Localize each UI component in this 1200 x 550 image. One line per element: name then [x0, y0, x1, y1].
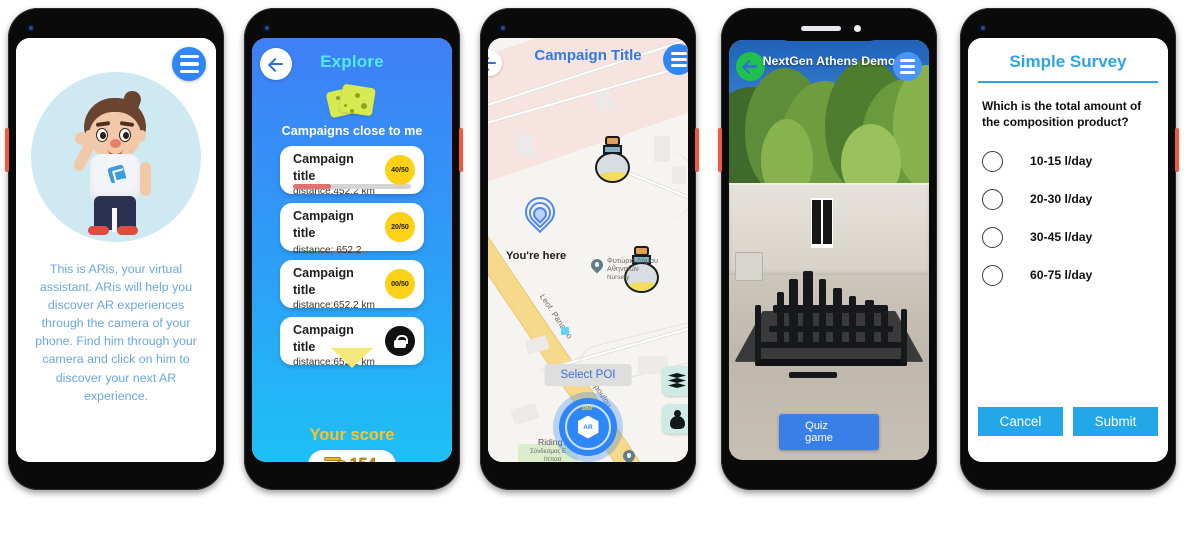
- section-subtitle: Campaigns close to me: [281, 124, 423, 138]
- page-title: Simple Survey: [1009, 52, 1127, 71]
- phone-screen-ar: NextGen Athens Demo Quiz game: [729, 40, 929, 460]
- survey-question: Which is the total amount of the composi…: [982, 99, 1142, 130]
- poi-label-english: Nursery: [607, 274, 630, 281]
- radio-button[interactable]: [982, 264, 1003, 286]
- ar-model-platform: [734, 310, 924, 362]
- radio-button[interactable]: [982, 188, 1003, 210]
- campaign-distance: distance:652.2 km: [293, 300, 375, 311]
- campaign-cards-icon: [325, 82, 376, 120]
- survey-options-list: 10-15 l/day 20-30 l/day 30-45 l/day 60-7…: [982, 142, 1154, 294]
- ar-360-icon[interactable]: 360° AR: [559, 398, 617, 456]
- page-title: Explore: [320, 52, 384, 71]
- radio-button[interactable]: [982, 150, 1003, 172]
- campaign-card[interactable]: Campaign title distance:652.2 km 00/50: [280, 260, 424, 311]
- poi-label-sub2: Ιππασ: [544, 456, 562, 462]
- phone-screen-aris: This is ARis, your virtual assistant. AR…: [16, 38, 216, 462]
- hamburger-icon[interactable]: [172, 47, 206, 81]
- campaign-score-badge: 40/50: [385, 155, 415, 185]
- hamburger-icon[interactable]: [663, 44, 688, 75]
- campaign-title: Campaign title: [293, 209, 354, 240]
- front-camera-punch-hole: [498, 23, 507, 32]
- survey-option-label: 10-15 l/day: [1030, 154, 1093, 168]
- ac-unit: [735, 252, 763, 282]
- phone-screen-survey: Simple Survey Which is the total amount …: [968, 38, 1168, 462]
- survey-option-label: 20-30 l/day: [1030, 192, 1093, 206]
- campaign-score-badge: 20/50: [385, 212, 415, 242]
- survey-option[interactable]: 10-15 l/day: [982, 142, 1154, 180]
- padlock-glyph: [394, 334, 408, 348]
- ar-fab-badge: 360°: [581, 405, 595, 412]
- transit-stop-icon: [561, 327, 569, 335]
- submit-button[interactable]: Submit: [1073, 407, 1158, 436]
- lock-icon: [385, 326, 415, 356]
- quiz-game-button[interactable]: Quiz game: [779, 414, 879, 450]
- select-poi-tooltip[interactable]: Select POI: [544, 364, 632, 386]
- score-value: 154: [349, 456, 376, 462]
- front-camera-punch-hole: [262, 23, 271, 32]
- map-layers-icon[interactable]: [662, 366, 688, 396]
- aris-character-illustration: [56, 92, 176, 242]
- campaign-card[interactable]: Campaign title distance: 652.2 km 20/50: [280, 203, 424, 270]
- ar-fab-label: AR: [583, 423, 593, 431]
- survey-option-label: 30-45 l/day: [1030, 230, 1093, 244]
- poi-pin-icon[interactable]: [591, 259, 603, 275]
- score-pill: 154: [308, 450, 396, 462]
- survey-option-label: 60-75 l/day: [1030, 268, 1093, 282]
- map-canvas[interactable]: Campaign Title You're here Φυτώριο Δήμου…: [488, 38, 688, 462]
- earpiece-speaker: [801, 26, 841, 31]
- campaign-title: Campaign title: [293, 266, 354, 297]
- front-camera-punch-hole: [978, 23, 987, 32]
- score-label: Your score: [309, 426, 395, 444]
- survey-option[interactable]: 60-75 l/day: [982, 256, 1154, 294]
- building-door: [811, 197, 833, 249]
- pegman-streetview-icon[interactable]: [662, 404, 688, 434]
- page-title: Campaign Title: [534, 47, 642, 64]
- iphone-notch: [775, 16, 883, 41]
- arrow-left-glyph: [488, 56, 497, 71]
- poi-pin-icon[interactable]: [623, 450, 635, 462]
- phone-explore: Explore Campaigns close to me Campaign t…: [244, 8, 463, 490]
- phone-aris-intro: This is ARis, your virtual assistant. AR…: [5, 8, 224, 490]
- coin-stack-icon: [323, 455, 348, 462]
- phone-screen-map: Campaign Title You're here Φυτώριο Δήμου…: [488, 38, 688, 462]
- front-camera-punch-hole: [26, 23, 35, 32]
- cancel-button[interactable]: Cancel: [978, 407, 1063, 436]
- current-location-pin: [518, 190, 562, 240]
- aris-character-avatar: [31, 72, 201, 242]
- volume-button[interactable]: [718, 128, 722, 172]
- hamburger-line: [179, 62, 199, 66]
- hamburger-line: [179, 69, 199, 73]
- campaign-progress-bar: [293, 184, 411, 189]
- chevron-down-icon[interactable]: [331, 348, 373, 368]
- phone-campaign-map: Campaign Title You're here Φυτώριο Δήμου…: [480, 8, 699, 490]
- survey-option[interactable]: 20-30 l/day: [982, 180, 1154, 218]
- screenshot-canvas: This is ARis, your virtual assistant. AR…: [0, 0, 1200, 550]
- hamburger-line: [179, 55, 199, 59]
- front-camera: [854, 25, 861, 32]
- aris-description-text: This is ARis, your virtual assistant. AR…: [35, 262, 197, 403]
- campaign-card[interactable]: Campaign title distance:452.2 km 40/50: [280, 146, 424, 197]
- phone-survey: Simple Survey Which is the total amount …: [960, 8, 1179, 490]
- phone-screen-explore: Explore Campaigns close to me Campaign t…: [252, 38, 452, 462]
- power-button[interactable]: [1175, 128, 1179, 172]
- power-button[interactable]: [459, 128, 463, 172]
- radio-button[interactable]: [982, 226, 1003, 248]
- phone-ar-view: NextGen Athens Demo Quiz game: [718, 8, 937, 490]
- hamburger-icon[interactable]: [893, 52, 922, 81]
- survey-option[interactable]: 30-45 l/day: [982, 218, 1154, 256]
- ar-top-bar: NextGen Athens Demo: [729, 40, 929, 107]
- campaign-title: Campaign title: [293, 152, 354, 183]
- ar-camera-feed[interactable]: NextGen Athens Demo Quiz game: [729, 40, 929, 460]
- you-are-here-label: You're here: [506, 250, 567, 262]
- survey-actions: Cancel Submit: [978, 407, 1158, 436]
- power-button[interactable]: [5, 128, 9, 172]
- potion-bottle-icon[interactable]: [594, 136, 632, 184]
- campaign-score-badge: 00/50: [385, 269, 415, 299]
- title-divider: [978, 81, 1158, 84]
- campaign-list: Campaign title distance:452.2 km 40/50 C…: [280, 146, 424, 374]
- poi-label-greek-2: Αθηναίων: [607, 264, 639, 273]
- power-button[interactable]: [695, 128, 699, 172]
